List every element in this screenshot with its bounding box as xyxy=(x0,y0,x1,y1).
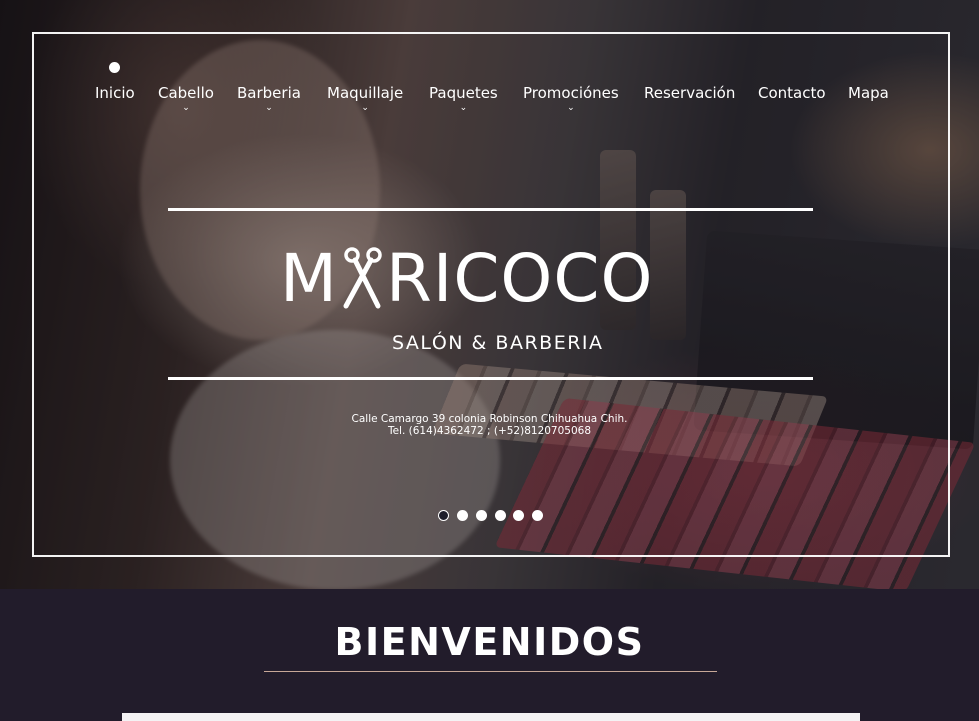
slider-dot[interactable] xyxy=(495,510,506,521)
scissors-icon xyxy=(343,247,382,309)
logo-wordmark: M RICOCO xyxy=(280,244,653,314)
subtitle-salon: SALÓN xyxy=(392,332,464,354)
chevron-down-icon: ⌄ xyxy=(265,103,273,113)
slider-dot[interactable] xyxy=(476,510,487,521)
subtitle-ampersand: & xyxy=(471,332,488,354)
slider-dot[interactable] xyxy=(438,510,449,521)
nav-item-barberia[interactable]: Barberia ⌄ xyxy=(237,84,301,113)
nav-item-contacto[interactable]: Contacto xyxy=(758,84,826,102)
chevron-down-icon: ⌄ xyxy=(182,103,190,113)
subtitle-barberia: BARBERIA xyxy=(495,332,604,354)
nav-item-cabello[interactable]: Cabello ⌄ xyxy=(158,84,214,113)
nav-item-label: Inicio xyxy=(95,84,135,102)
slider-dot[interactable] xyxy=(513,510,524,521)
chevron-down-icon: ⌄ xyxy=(567,103,575,113)
chevron-down-icon: ⌄ xyxy=(459,103,468,113)
nav-item-reservacion[interactable]: Reservación xyxy=(644,84,735,102)
nav-item-label: Maquillaje xyxy=(327,84,404,102)
main-nav: Inicio Cabello ⌄ Barberia ⌄ Maquillaje ⌄… xyxy=(0,84,979,120)
chevron-down-icon: ⌄ xyxy=(361,103,369,113)
logo-letter-m: M xyxy=(280,240,338,317)
nav-item-label: Paquetes xyxy=(429,84,498,102)
logo-bottom-rule xyxy=(168,377,813,380)
slider-dot[interactable] xyxy=(457,510,468,521)
nav-item-inicio[interactable]: Inicio xyxy=(95,84,135,102)
content-card xyxy=(122,713,860,721)
nav-item-label: Reservación xyxy=(644,84,736,102)
nav-item-promociones[interactable]: Promociónes ⌄ xyxy=(523,84,619,113)
brand-logo[interactable]: M RICOCO xyxy=(280,244,700,314)
logo-top-rule xyxy=(168,208,813,211)
slider-dot[interactable] xyxy=(532,510,543,521)
nav-item-paquetes[interactable]: Paquetes ⌄ xyxy=(429,84,498,113)
welcome-heading: BIENVENIDOS xyxy=(334,620,645,664)
nav-item-label: Contacto xyxy=(758,84,826,102)
nav-item-label: Barberia xyxy=(237,84,301,102)
nav-item-label: Promociónes xyxy=(523,84,619,102)
logo-letters-ricoco: RICOCO xyxy=(386,240,654,317)
nav-item-label: Mapa xyxy=(848,84,889,102)
address-line-2: Tel. (614)4362472 ; (+52)8120705068 xyxy=(387,425,592,437)
nav-item-label: Cabello xyxy=(158,84,214,102)
nav-active-indicator xyxy=(109,62,120,73)
nav-item-mapa[interactable]: Mapa xyxy=(848,84,889,102)
nav-item-maquillaje[interactable]: Maquillaje ⌄ xyxy=(327,84,404,113)
welcome-divider xyxy=(264,671,717,672)
